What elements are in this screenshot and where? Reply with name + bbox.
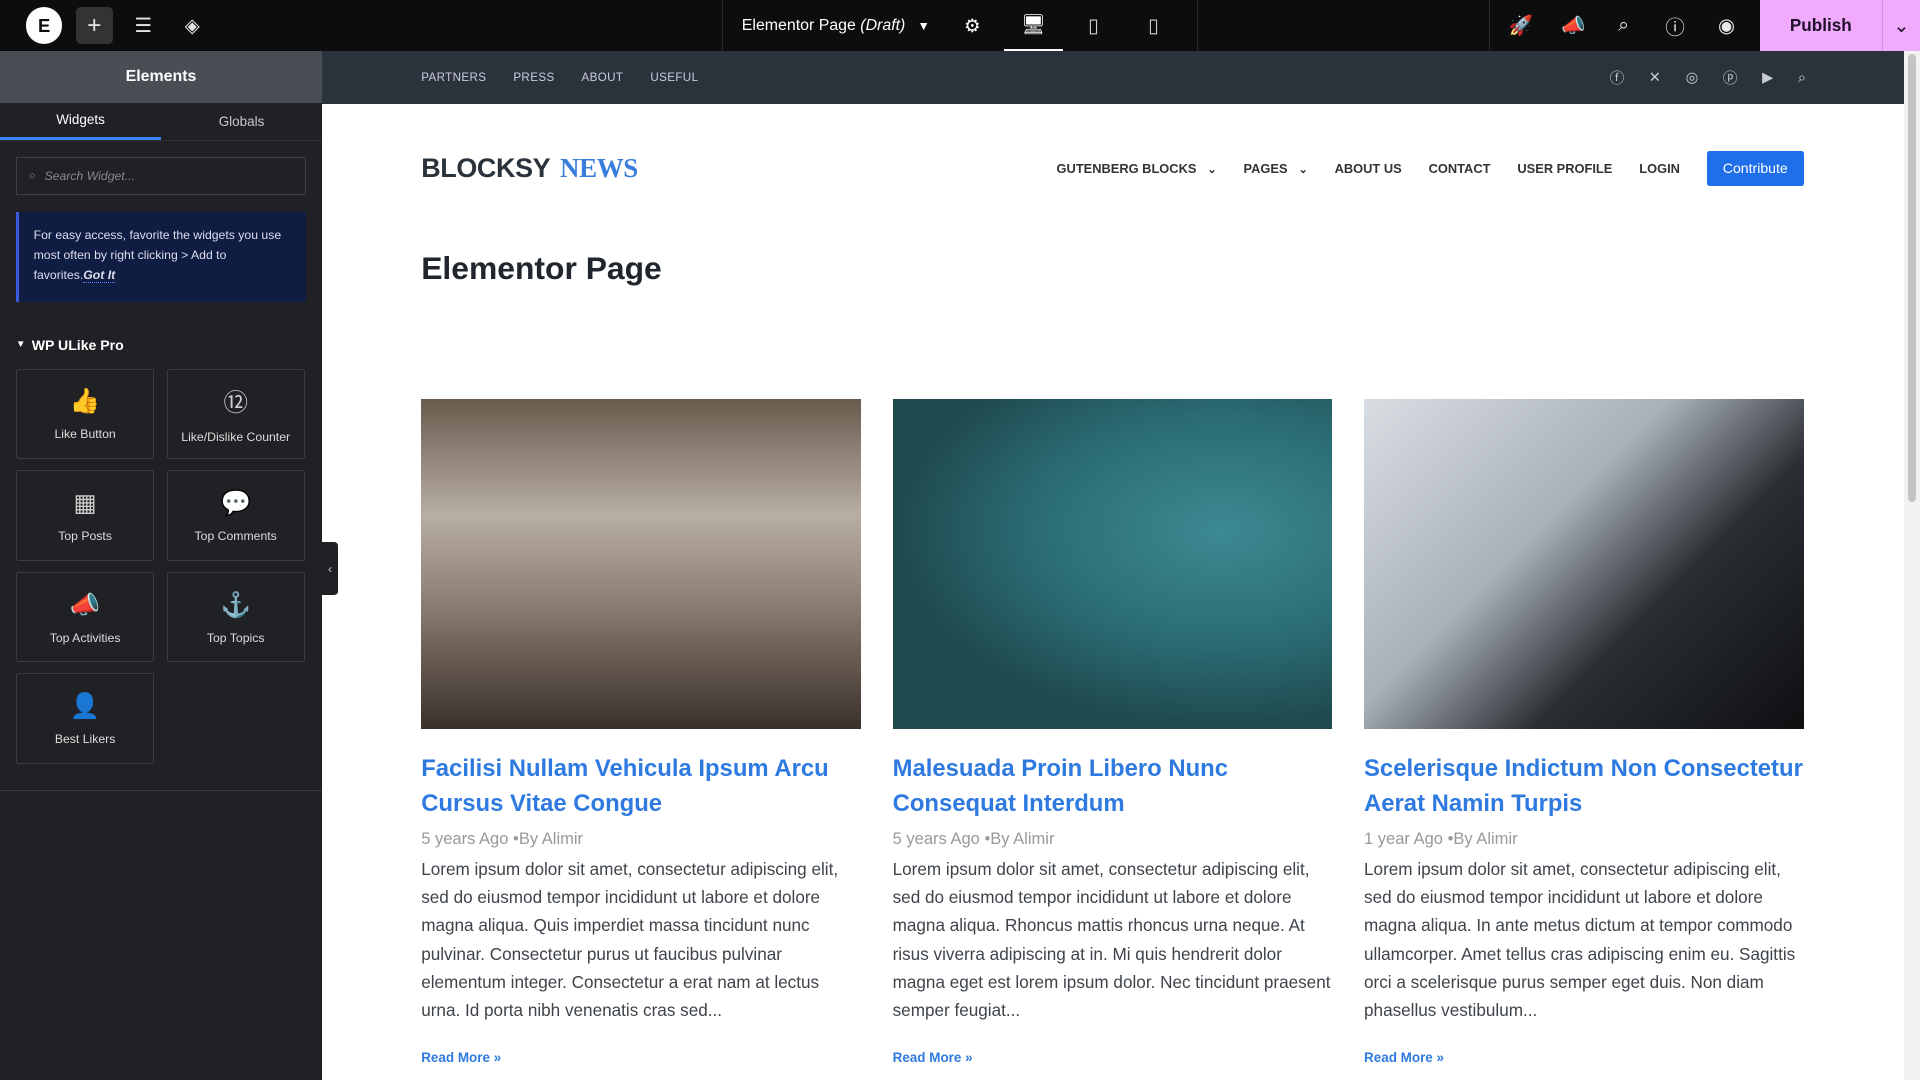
post-excerpt: Lorem ipsum dolor sit amet, consectetur … — [421, 859, 839, 1020]
post-image[interactable] — [892, 399, 1333, 729]
widget-icon: ⑫ — [223, 389, 248, 417]
nav-item[interactable]: ABOUT US — [1335, 161, 1402, 176]
scrollbar[interactable] — [1904, 51, 1920, 1080]
widget-icon: 👤 — [69, 693, 101, 721]
chevron-down-icon: ▼ — [917, 18, 930, 33]
widget-label: Best Likers — [54, 732, 116, 747]
widget-icon: 👍 — [69, 388, 101, 416]
post-card: Facilisi Nullam Vehicula Ipsum Arcu Curs… — [421, 399, 861, 1065]
top-link[interactable]: PARTNERS — [421, 71, 486, 84]
chevron-down-icon: ⌄ — [1298, 163, 1308, 176]
favorites-tip: For easy access, favorite the widgets yo… — [15, 211, 307, 303]
post-author[interactable]: •By Alimir — [1448, 829, 1518, 848]
x-icon[interactable]: ✕ — [1649, 69, 1661, 86]
post-card: Scelerisque Indictum Non Consectetur Aer… — [1364, 399, 1804, 1065]
instagram-icon[interactable]: ◎ — [1686, 69, 1699, 86]
widget-item[interactable]: ⚓ Top Topics — [166, 571, 305, 663]
read-more-link[interactable]: Read More » — [1364, 1050, 1804, 1065]
widget-label: Top Comments — [194, 529, 277, 544]
search-icon[interactable]: ⌕ — [1605, 7, 1642, 44]
widget-item[interactable]: 💬 Top Comments — [166, 470, 305, 561]
post-author[interactable]: •By Alimir — [984, 829, 1054, 848]
widget-item[interactable]: ⑫ Like/Dislike Counter — [166, 368, 305, 460]
youtube-icon[interactable]: ▶ — [1762, 69, 1773, 86]
publish-button[interactable]: Publish — [1760, 0, 1882, 51]
post-excerpt: Lorem ipsum dolor sit amet, consectetur … — [1364, 859, 1796, 1020]
widget-icon: 💬 — [220, 490, 251, 518]
megaphone-icon[interactable]: 📣 — [1555, 7, 1592, 44]
desktop-icon[interactable]: 🖥 — [1004, 0, 1063, 52]
panel-title: Elements — [0, 51, 323, 103]
page-title: Elementor Page — [421, 249, 662, 286]
post-author[interactable]: •By Alimir — [513, 829, 583, 848]
search-icon[interactable]: ⌕ — [1798, 70, 1806, 86]
post-image[interactable] — [421, 399, 861, 729]
post-image[interactable] — [1364, 399, 1804, 729]
tab-globals[interactable]: Globals — [161, 103, 322, 140]
widget-icon: 📣 — [69, 591, 101, 619]
chevron-down-icon[interactable]: ⌄ — [1882, 0, 1920, 52]
gear-icon[interactable]: ⚙ — [964, 15, 980, 37]
read-more-link[interactable]: Read More » — [893, 1050, 1333, 1065]
publish-group: Publish ⌄ — [1759, 0, 1920, 52]
widget-item[interactable]: 👤 Best Likers — [15, 673, 155, 765]
chevron-down-icon: ⌄ — [1207, 163, 1217, 176]
nav-item[interactable]: USER PROFILE — [1517, 161, 1612, 176]
top-strip: PARTNERS PRESS ABOUT USEFUL ⓕ ✕ ◎ ⓟ ▶ ⌕ — [322, 51, 1905, 105]
nav-item[interactable]: CONTACT — [1429, 161, 1491, 176]
tablet-icon[interactable]: ▯ — [1064, 0, 1123, 51]
post-date: 5 years Ago — [421, 828, 509, 848]
nav-item[interactable]: PAGES ⌄ — [1244, 161, 1308, 176]
read-more-link[interactable]: Read More » — [421, 1050, 861, 1065]
post-date: 5 years Ago — [892, 828, 980, 848]
layers-icon[interactable]: ◈ — [174, 7, 211, 44]
site-logo[interactable]: BLOCKSY NEWS — [421, 153, 638, 184]
page-name: Elementor Page — [741, 16, 856, 34]
widget-item[interactable]: 👍 Like Button — [15, 368, 155, 460]
post-excerpt: Lorem ipsum dolor sit amet, consectetur … — [892, 859, 1331, 1020]
eye-icon[interactable]: ◉ — [1708, 7, 1745, 44]
nav-item[interactable]: GUTENBERG BLOCKS ⌄ — [1057, 161, 1217, 176]
mobile-icon[interactable]: ▯ — [1124, 0, 1183, 51]
widget-label: Top Posts — [58, 529, 112, 544]
tab-widgets[interactable]: Widgets — [0, 103, 162, 140]
editor-topbar: E + ☰ ◈ Elementor Page (Draft) ▼ ⚙ 🖥 ▯ ▯… — [0, 0, 1920, 52]
post-title[interactable]: Facilisi Nullam Vehicula Ipsum Arcu Curs… — [421, 751, 861, 822]
page-preview: PARTNERS PRESS ABOUT USEFUL ⓕ ✕ ◎ ⓟ ▶ ⌕ BLO… — [322, 51, 1905, 1080]
search-widget-input[interactable]: ⌕ Search Widget... — [15, 156, 307, 195]
post-card: Malesuada Proin Libero Nunc Consequat In… — [892, 399, 1333, 1065]
help-icon[interactable]: ⓘ — [1657, 7, 1694, 44]
caret-down-icon: ▼ — [15, 339, 26, 351]
post-title[interactable]: Malesuada Proin Libero Nunc Consequat In… — [893, 751, 1333, 822]
facebook-icon[interactable]: ⓕ — [1610, 67, 1625, 88]
widget-item[interactable]: ▦ Top Posts — [15, 470, 155, 561]
add-element-button[interactable]: + — [75, 7, 113, 45]
pinterest-icon[interactable]: ⓟ — [1723, 67, 1738, 88]
post-date: 1 year Ago — [1364, 828, 1443, 848]
elementor-logo[interactable]: E — [25, 7, 63, 45]
rocket-icon[interactable]: 🚀 — [1502, 7, 1539, 44]
widget-label: Like Button — [54, 427, 116, 442]
page-status: (Draft) — [860, 16, 906, 34]
widget-label: Top Topics — [206, 630, 265, 645]
top-link[interactable]: ABOUT — [582, 71, 624, 84]
widget-label: Like/Dislike Counter — [181, 429, 291, 444]
post-title[interactable]: Scelerisque Indictum Non Consectetur Aer… — [1364, 751, 1804, 822]
sliders-icon[interactable]: ☰ — [125, 7, 162, 44]
got-it-link[interactable]: Got It — [83, 267, 116, 283]
scrollbar-thumb[interactable] — [1907, 53, 1917, 503]
widget-label: Top Activities — [49, 630, 121, 645]
nav-item[interactable]: LOGIN — [1639, 161, 1680, 176]
widget-icon: ⚓ — [220, 591, 251, 619]
contribute-button[interactable]: Contribute — [1706, 150, 1804, 187]
widget-item[interactable]: 📣 Top Activities — [15, 571, 155, 663]
category-toggle[interactable]: ▼ WP ULike Pro — [16, 337, 306, 353]
elements-panel: Elements Widgets Globals ⌕ Search Widget.… — [0, 51, 323, 1080]
top-link[interactable]: PRESS — [513, 71, 554, 84]
divider — [1488, 0, 1490, 52]
divider — [0, 789, 323, 791]
top-link[interactable]: USEFUL — [650, 71, 698, 84]
widget-icon: ▦ — [73, 490, 97, 518]
search-icon: ⌕ — [29, 168, 36, 183]
